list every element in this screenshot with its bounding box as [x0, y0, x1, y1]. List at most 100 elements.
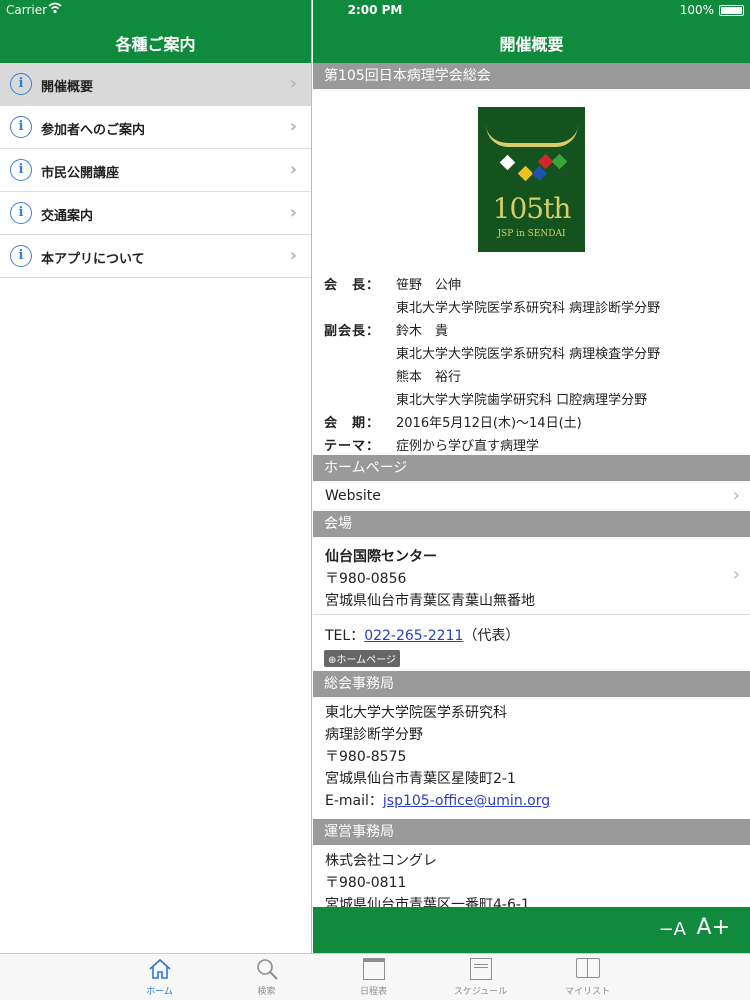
tab-timetable[interactable]: 日程表 [320, 954, 427, 1000]
calendar-icon [320, 954, 427, 984]
info-value: 熊本 裕行 [396, 370, 462, 385]
office-email-row: E-mail：jsp105-office@umin.org [325, 790, 750, 812]
info-icon: i [10, 202, 32, 224]
logo-hex-green [551, 153, 568, 170]
info-key: 会 期： [324, 416, 381, 431]
homepage-section-header: ホームページ [313, 455, 750, 481]
tab-label: ホーム [146, 987, 173, 997]
info-value: 鈴木 貴 [396, 324, 449, 339]
logo-area: 105th JSP in SENDAI [313, 89, 750, 271]
ops-line: 株式会社コングレ [325, 853, 437, 869]
email-link[interactable]: jsp105-office@umin.org [383, 793, 550, 809]
home-icon [106, 954, 213, 984]
info-row: 東北大学大学院医学系研究科 病理診断学分野 [324, 294, 750, 317]
sidebar-item-access[interactable]: i 交通案内 › [0, 192, 311, 235]
info-value: 症例から学び直す病理学 [396, 439, 540, 454]
tab-search[interactable]: 検索 [213, 954, 320, 1000]
battery-icon [719, 5, 744, 16]
search-icon [213, 954, 320, 984]
event-logo: 105th JSP in SENDAI [478, 107, 585, 252]
office-address: 東北大学大学院医学系研究科 病理診断学分野 〒980-8575 宮城県仙台市青葉… [313, 697, 750, 819]
ops-section-header: 運営事務局 [313, 819, 750, 845]
office-street: 宮城県仙台市青葉区星陵町2-1 [325, 771, 516, 787]
tel-suffix: （代表） [463, 628, 520, 644]
venue-section-header: 会場 [313, 511, 750, 537]
sidebar-item-overview[interactable]: i 開催概要 › [0, 63, 311, 106]
info-value: 東北大学大学院歯学研究科 口腔病理学分野 [396, 393, 648, 408]
sidebar-item-label: 交通案内 [41, 209, 94, 224]
tel-link[interactable]: 022-265-2211 [364, 628, 463, 644]
venue-row[interactable]: 仙台国際センター 〒980-0856 宮城県仙台市青葉区青葉山無番地 › [313, 537, 750, 615]
logo-swoosh [486, 125, 578, 147]
tab-mylist[interactable]: マイリスト [534, 954, 641, 1000]
sidebar-item-label: 開催概要 [41, 80, 94, 95]
venue-address: 宮城県仙台市青葉区青葉山無番地 [325, 593, 535, 609]
sidebar-item-public-lecture[interactable]: i 市民公開講座 › [0, 149, 311, 192]
info-icon: i [10, 73, 32, 95]
tel-prefix: TEL： [325, 628, 365, 644]
website-label: Website [325, 488, 381, 504]
office-line: 東北大学大学院医学系研究科 [325, 705, 507, 721]
sidebar-item-about-app[interactable]: i 本アプリについて › [0, 235, 311, 278]
logo-subtitle: JSP in SENDAI [497, 229, 566, 239]
font-smaller-button[interactable]: −A [659, 919, 686, 940]
info-value: 東北大学大学院医学系研究科 病理診断学分野 [396, 301, 661, 316]
info-table: 会 長： 笹野 公伸 東北大学大学院医学系研究科 病理診断学分野 副会長： 鈴木… [313, 271, 750, 455]
ops-address: 株式会社コングレ 〒980-0811 宮城県仙台市青葉区一番町4-6-1 [313, 845, 750, 916]
info-key: テーマ： [324, 439, 381, 454]
event-title: 第105回日本病理学会総会 [313, 63, 750, 89]
office-zip: 〒980-8575 [325, 749, 407, 765]
tab-label: 日程表 [359, 987, 387, 997]
tab-label: スケジュール [453, 987, 508, 997]
book-icon [534, 954, 641, 984]
info-row: 東北大学大学院歯学研究科 口腔病理学分野 [324, 386, 750, 409]
info-icon: i [10, 116, 32, 138]
ops-zip: 〒980-0811 [325, 875, 407, 891]
tab-bar: ホーム 検索 日程表 スケジュール マイリスト [0, 953, 750, 1000]
font-size-toolbar: −A A+ [313, 907, 750, 953]
venue-homepage-button[interactable]: ⊕ホームページ [324, 650, 400, 667]
info-icon: i [10, 245, 32, 267]
info-row: 東北大学大学院医学系研究科 病理検査学分野 [324, 340, 750, 363]
sidebar: 各種ご案内 i 開催概要 › i 参加者へのご案内 › i 市民公開講座 › i… [0, 0, 312, 953]
chevron-right-icon: › [289, 73, 297, 94]
tel-row: TEL：022-265-2211（代表） ⊕ホームページ [313, 615, 750, 671]
clock: 2:00 PM [347, 3, 403, 17]
info-key: 副会長： [324, 324, 381, 339]
tab-label: マイリスト [564, 987, 610, 997]
sidebar-item-label: 本アプリについて [41, 252, 145, 267]
info-row: 会 長： 笹野 公伸 [324, 271, 750, 294]
info-row: 会 期： 2016年5月12日(木)～14日(土) [324, 409, 750, 432]
status-bar: Carrier 2:00 PM 100% [0, 0, 750, 20]
tab-label: 検索 [257, 987, 276, 997]
chevron-right-icon: › [289, 202, 297, 223]
sidebar-item-participants[interactable]: i 参加者へのご案内 › [0, 106, 311, 149]
info-icon: i [10, 159, 32, 181]
office-line: 病理診断学分野 [325, 727, 423, 743]
battery-percent: 100% [679, 3, 714, 17]
detail-pane: 開催概要 第105回日本病理学会総会 105th JSP in SENDAI 会… [313, 0, 750, 953]
email-prefix: E-mail： [325, 793, 383, 809]
font-larger-button[interactable]: A+ [697, 915, 730, 940]
sidebar-item-label: 市民公開講座 [41, 166, 120, 181]
venue-name: 仙台国際センター [325, 549, 437, 565]
info-value: 2016年5月12日(木)～14日(土) [396, 416, 582, 431]
tab-home[interactable]: ホーム [106, 954, 213, 1000]
chevron-right-icon: › [289, 116, 297, 137]
info-row: 副会長： 鈴木 貴 [324, 317, 750, 340]
info-row: テーマ： 症例から学び直す病理学 [324, 432, 750, 455]
tab-schedule[interactable]: スケジュール [427, 954, 534, 1000]
venue-zip: 〒980-0856 [325, 571, 407, 587]
logo-number: 105th [492, 192, 572, 225]
chevron-right-icon: › [732, 564, 740, 585]
website-link[interactable]: Website › [313, 481, 750, 511]
chevron-right-icon: › [289, 159, 297, 180]
info-row: 熊本 裕行 [324, 363, 750, 386]
schedule-icon [427, 954, 534, 984]
office-section-header: 総会事務局 [313, 671, 750, 697]
chevron-right-icon: › [289, 245, 297, 266]
chevron-right-icon: › [732, 485, 740, 506]
logo-hex-white [499, 154, 516, 171]
info-value: 笹野 公伸 [396, 278, 462, 293]
sidebar-item-label: 参加者へのご案内 [41, 123, 146, 138]
